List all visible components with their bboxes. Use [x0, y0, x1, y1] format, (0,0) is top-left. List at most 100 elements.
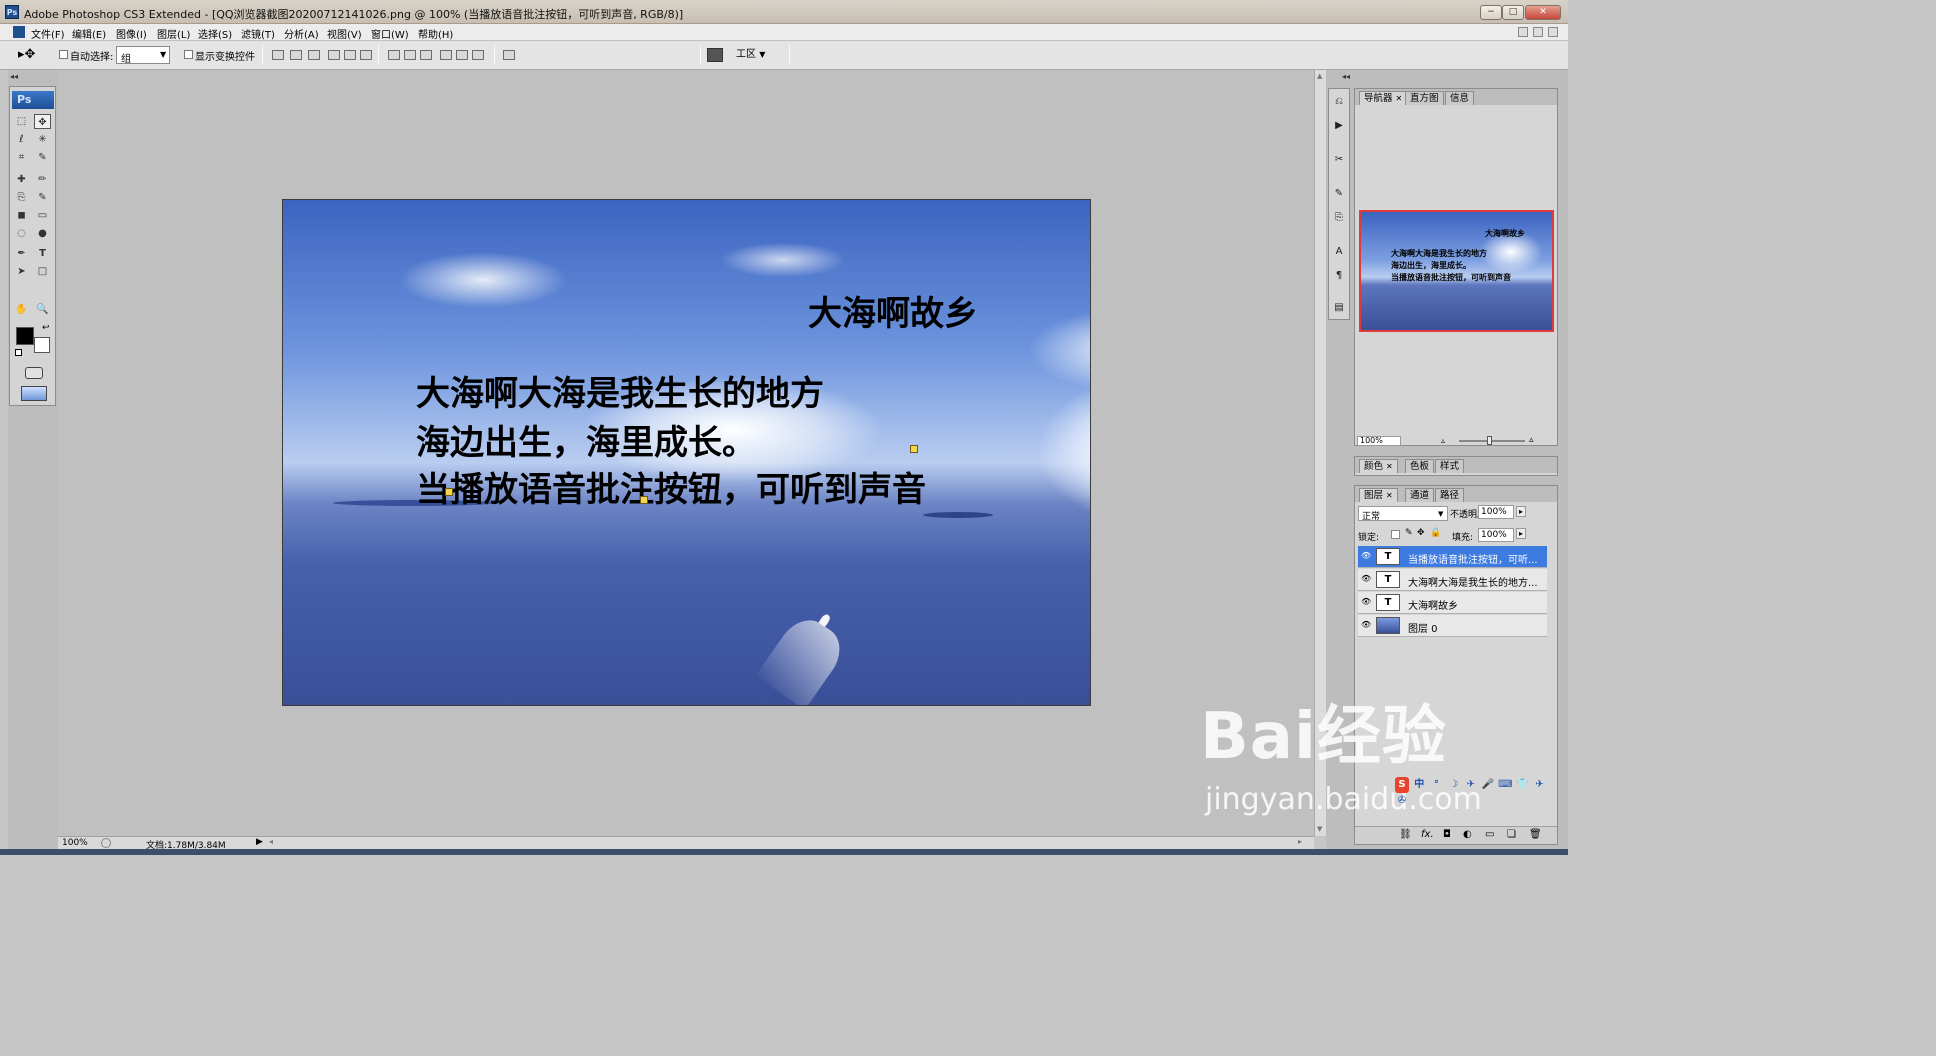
lock-pixels-icon[interactable]: ✎: [1405, 528, 1413, 538]
layer-row[interactable]: 👁 T 大海啊大海是我生长的地方...: [1358, 569, 1547, 591]
doc-minimize-button[interactable]: [1518, 27, 1528, 37]
audio-annotation-icon[interactable]: [445, 488, 453, 496]
collapse-arrows-icon[interactable]: ◂◂: [1342, 72, 1350, 81]
zoom-readout[interactable]: 100%: [62, 838, 88, 848]
layer-row[interactable]: 👁 T 大海啊故乡: [1358, 592, 1547, 614]
nav-zoom-field[interactable]: 100%: [1357, 436, 1401, 446]
tab-channels[interactable]: 通道: [1405, 488, 1435, 502]
opacity-slider-button[interactable]: ▸: [1516, 506, 1527, 517]
scroll-down-icon[interactable]: ▼: [1317, 825, 1322, 833]
layer-comps-icon[interactable]: ▤: [1331, 301, 1347, 315]
history-panel-icon[interactable]: ⎌: [1331, 95, 1347, 109]
crop-tool-icon[interactable]: ⌗: [13, 150, 30, 165]
clone-source-icon[interactable]: ⎘: [1331, 211, 1347, 225]
lasso-tool-icon[interactable]: ℓ: [13, 132, 30, 147]
fill-slider-button[interactable]: ▸: [1516, 528, 1527, 539]
ime-skin-icon[interactable]: 👕: [1515, 777, 1529, 793]
menu-analysis[interactable]: 分析(A): [284, 26, 319, 41]
close-button[interactable]: ✕: [1525, 5, 1561, 20]
gradient-tool-icon[interactable]: ▭: [34, 208, 51, 223]
type-tool-icon[interactable]: T: [34, 246, 51, 261]
canvas-text-line-3[interactable]: 当播放语音批注按钮，可听到声音: [416, 462, 926, 511]
canvas-title-text[interactable]: 大海啊故乡: [808, 286, 978, 335]
slice-tool-icon[interactable]: ✎: [34, 150, 51, 165]
magic-wand-tool-icon[interactable]: ✳: [34, 132, 51, 147]
align-bottom-icon[interactable]: [308, 50, 320, 60]
distribute-top-icon[interactable]: [388, 50, 400, 60]
shape-tool-icon[interactable]: □: [34, 264, 51, 279]
tab-layers[interactable]: 图层 ✕: [1359, 488, 1398, 502]
menu-help[interactable]: 帮助(H): [418, 26, 453, 41]
distribute-vcenter-icon[interactable]: [404, 50, 416, 60]
tool-presets-icon[interactable]: ✂: [1331, 153, 1347, 167]
new-layer-icon[interactable]: ❏: [1507, 829, 1516, 840]
scroll-right-icon[interactable]: ▸: [1298, 837, 1302, 846]
lock-transparency-icon[interactable]: [1391, 530, 1400, 539]
zoom-tool-icon[interactable]: 🔍: [34, 302, 51, 317]
tab-paths[interactable]: 路径: [1435, 488, 1465, 502]
show-transform-checkbox[interactable]: [184, 50, 193, 59]
align-top-icon[interactable]: [272, 50, 284, 60]
auto-align-icon[interactable]: [503, 50, 515, 60]
menu-view[interactable]: 视图(V): [327, 26, 362, 41]
new-group-icon[interactable]: ▭: [1485, 829, 1494, 840]
bridge-icon[interactable]: [707, 48, 723, 62]
nav-zoom-slider[interactable]: [1459, 440, 1525, 442]
character-panel-icon[interactable]: A: [1331, 245, 1347, 259]
brush-tool-icon[interactable]: ✏: [34, 172, 51, 187]
ime-keyboard-icon[interactable]: ⌨: [1498, 777, 1512, 793]
ime-toolbox-icon[interactable]: ✈: [1533, 777, 1547, 793]
brushes-panel-icon[interactable]: ✎: [1331, 187, 1347, 201]
menu-window[interactable]: 窗口(W): [371, 26, 409, 41]
clone-stamp-tool-icon[interactable]: ⎘: [13, 190, 30, 205]
link-layers-icon[interactable]: ⛓: [1399, 829, 1412, 840]
distribute-hcenter-icon[interactable]: [456, 50, 468, 60]
zoom-in-icon[interactable]: ▵: [1529, 435, 1534, 445]
status-menu-arrow-icon[interactable]: ▶: [256, 837, 263, 847]
screen-mode-icon[interactable]: [21, 386, 47, 401]
ime-settings-icon[interactable]: ✇: [1395, 793, 1409, 809]
eye-icon[interactable]: 👁: [1361, 598, 1371, 606]
distribute-bottom-icon[interactable]: [420, 50, 432, 60]
healing-brush-tool-icon[interactable]: ✚: [13, 172, 30, 187]
add-mask-icon[interactable]: ◘: [1443, 829, 1451, 840]
workspace-menu[interactable]: 工区 ▼: [736, 47, 765, 63]
adjustment-layer-icon[interactable]: ◐: [1463, 829, 1472, 840]
tab-swatches[interactable]: 色板: [1405, 459, 1435, 473]
menu-image[interactable]: 图像(I): [116, 26, 147, 41]
align-right-icon[interactable]: [360, 50, 372, 60]
opacity-input[interactable]: 100%: [1478, 505, 1514, 519]
align-left-icon[interactable]: [328, 50, 340, 60]
quick-mask-icon[interactable]: [25, 367, 43, 379]
layer-row[interactable]: 👁 T 当播放语音批注按钮，可听...: [1358, 546, 1547, 568]
fx-icon[interactable]: fx.: [1421, 829, 1434, 840]
eraser-tool-icon[interactable]: ◼: [13, 208, 30, 223]
zoom-out-icon[interactable]: ▵: [1441, 436, 1445, 445]
canvas-text-line-2[interactable]: 海边出生，海里成长。: [416, 415, 756, 464]
menu-select[interactable]: 选择(S): [198, 26, 232, 41]
status-info-icon[interactable]: [101, 838, 111, 848]
navigator-thumbnail[interactable]: 大海啊故乡 大海啊大海是我生长的地方 海边出生，海里成长。 当播放语音批注按钮，…: [1359, 210, 1554, 332]
path-selection-tool-icon[interactable]: ➤: [13, 264, 30, 279]
align-hcenter-icon[interactable]: [344, 50, 356, 60]
marquee-tool-icon[interactable]: ⬚: [13, 114, 30, 129]
actions-panel-icon[interactable]: ▶: [1331, 119, 1347, 133]
collapse-arrows-icon[interactable]: ◂◂: [10, 72, 18, 81]
move-tool-icon[interactable]: ✥: [34, 114, 51, 129]
eye-icon[interactable]: 👁: [1361, 552, 1371, 560]
hand-tool-icon[interactable]: ✋: [13, 302, 30, 317]
tab-info[interactable]: 信息: [1445, 91, 1475, 105]
menu-edit[interactable]: 编辑(E): [72, 26, 106, 41]
align-vcenter-icon[interactable]: [290, 50, 302, 60]
fill-input[interactable]: 100%: [1478, 528, 1514, 542]
close-icon[interactable]: ✕: [1386, 462, 1393, 471]
ime-microphone-icon[interactable]: 🎤: [1481, 777, 1495, 793]
right-edge-scrollbar[interactable]: [1560, 70, 1568, 855]
history-brush-tool-icon[interactable]: ✎: [34, 190, 51, 205]
swap-colors-icon[interactable]: ↩: [42, 323, 50, 333]
tab-histogram[interactable]: 直方图: [1405, 91, 1444, 105]
tab-color[interactable]: 颜色 ✕: [1359, 459, 1398, 473]
ime-moon-icon[interactable]: ☽: [1447, 777, 1461, 793]
audio-annotation-icon[interactable]: [910, 445, 918, 453]
distribute-right-icon[interactable]: [472, 50, 484, 60]
